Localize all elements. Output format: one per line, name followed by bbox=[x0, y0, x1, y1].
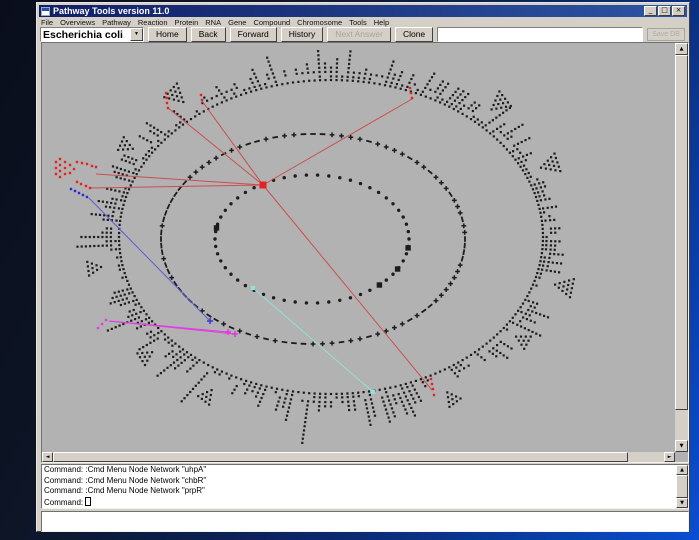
command-input[interactable] bbox=[41, 511, 689, 532]
canvas-vertical-scrollbar[interactable]: ▲ ▼ bbox=[675, 43, 688, 452]
regulatory-overview-canvas[interactable] bbox=[42, 43, 675, 452]
console-line: Command: :Cmd Menu Node Network "chbR" bbox=[42, 476, 688, 487]
minimize-icon[interactable]: _ bbox=[644, 6, 657, 16]
desktop: Pathway Tools version 11.0 _ □ × File Ov… bbox=[0, 0, 699, 540]
scroll-down-icon[interactable]: ▼ bbox=[675, 440, 688, 452]
answer-panel bbox=[437, 27, 643, 42]
title-bar[interactable]: Pathway Tools version 11.0 _ □ × bbox=[39, 5, 687, 17]
scroll-up-icon[interactable]: ▲ bbox=[676, 465, 688, 475]
console-prompt-line: Command: bbox=[42, 497, 688, 509]
text-cursor bbox=[85, 497, 91, 506]
console-scrollbar[interactable]: ▲ ▼ bbox=[676, 465, 688, 508]
scroll-right-icon[interactable]: ► bbox=[664, 452, 675, 462]
vertical-scroll-thumb[interactable] bbox=[675, 55, 688, 410]
horizontal-scroll-thumb[interactable] bbox=[53, 452, 628, 462]
organism-selector-value: Escherichia coli bbox=[41, 29, 130, 41]
scroll-up-icon[interactable]: ▲ bbox=[675, 43, 688, 55]
forward-button[interactable]: Forward bbox=[230, 27, 277, 42]
command-console[interactable]: Command: :Cmd Menu Node Network "uhpA" C… bbox=[41, 464, 689, 509]
app-window: Pathway Tools version 11.0 _ □ × File Ov… bbox=[36, 2, 690, 532]
overview-canvas-frame: ▲ ▼ ◄ ► bbox=[41, 42, 689, 463]
close-icon[interactable]: × bbox=[672, 6, 685, 16]
maximize-icon[interactable]: □ bbox=[658, 6, 671, 16]
back-button[interactable]: Back bbox=[191, 27, 226, 42]
scroll-down-icon[interactable]: ▼ bbox=[676, 498, 688, 508]
window-title: Pathway Tools version 11.0 bbox=[53, 6, 169, 16]
home-button[interactable]: Home bbox=[148, 27, 187, 42]
clone-button[interactable]: Clone bbox=[395, 27, 433, 42]
save-db-button: Save DB bbox=[647, 28, 685, 41]
console-line: Command: :Cmd Menu Node Network "uhpA" bbox=[42, 465, 688, 476]
console-line: Command: :Cmd Menu Node Network "prpR" bbox=[42, 486, 688, 497]
history-button[interactable]: History bbox=[281, 27, 323, 42]
console-scroll-thumb[interactable] bbox=[676, 475, 688, 498]
toolbar: Escherichia coli ▼ Home Back Forward His… bbox=[40, 26, 686, 43]
chevron-down-icon[interactable]: ▼ bbox=[130, 28, 143, 41]
next-answer-button: Next Answer bbox=[327, 27, 391, 42]
menu-bar: File Overviews Pathway Reaction Protein … bbox=[41, 18, 685, 26]
organism-selector[interactable]: Escherichia coli ▼ bbox=[40, 27, 144, 42]
scroll-left-icon[interactable]: ◄ bbox=[42, 452, 53, 462]
canvas-horizontal-scrollbar[interactable]: ◄ ► bbox=[42, 452, 675, 462]
app-icon bbox=[41, 7, 50, 16]
